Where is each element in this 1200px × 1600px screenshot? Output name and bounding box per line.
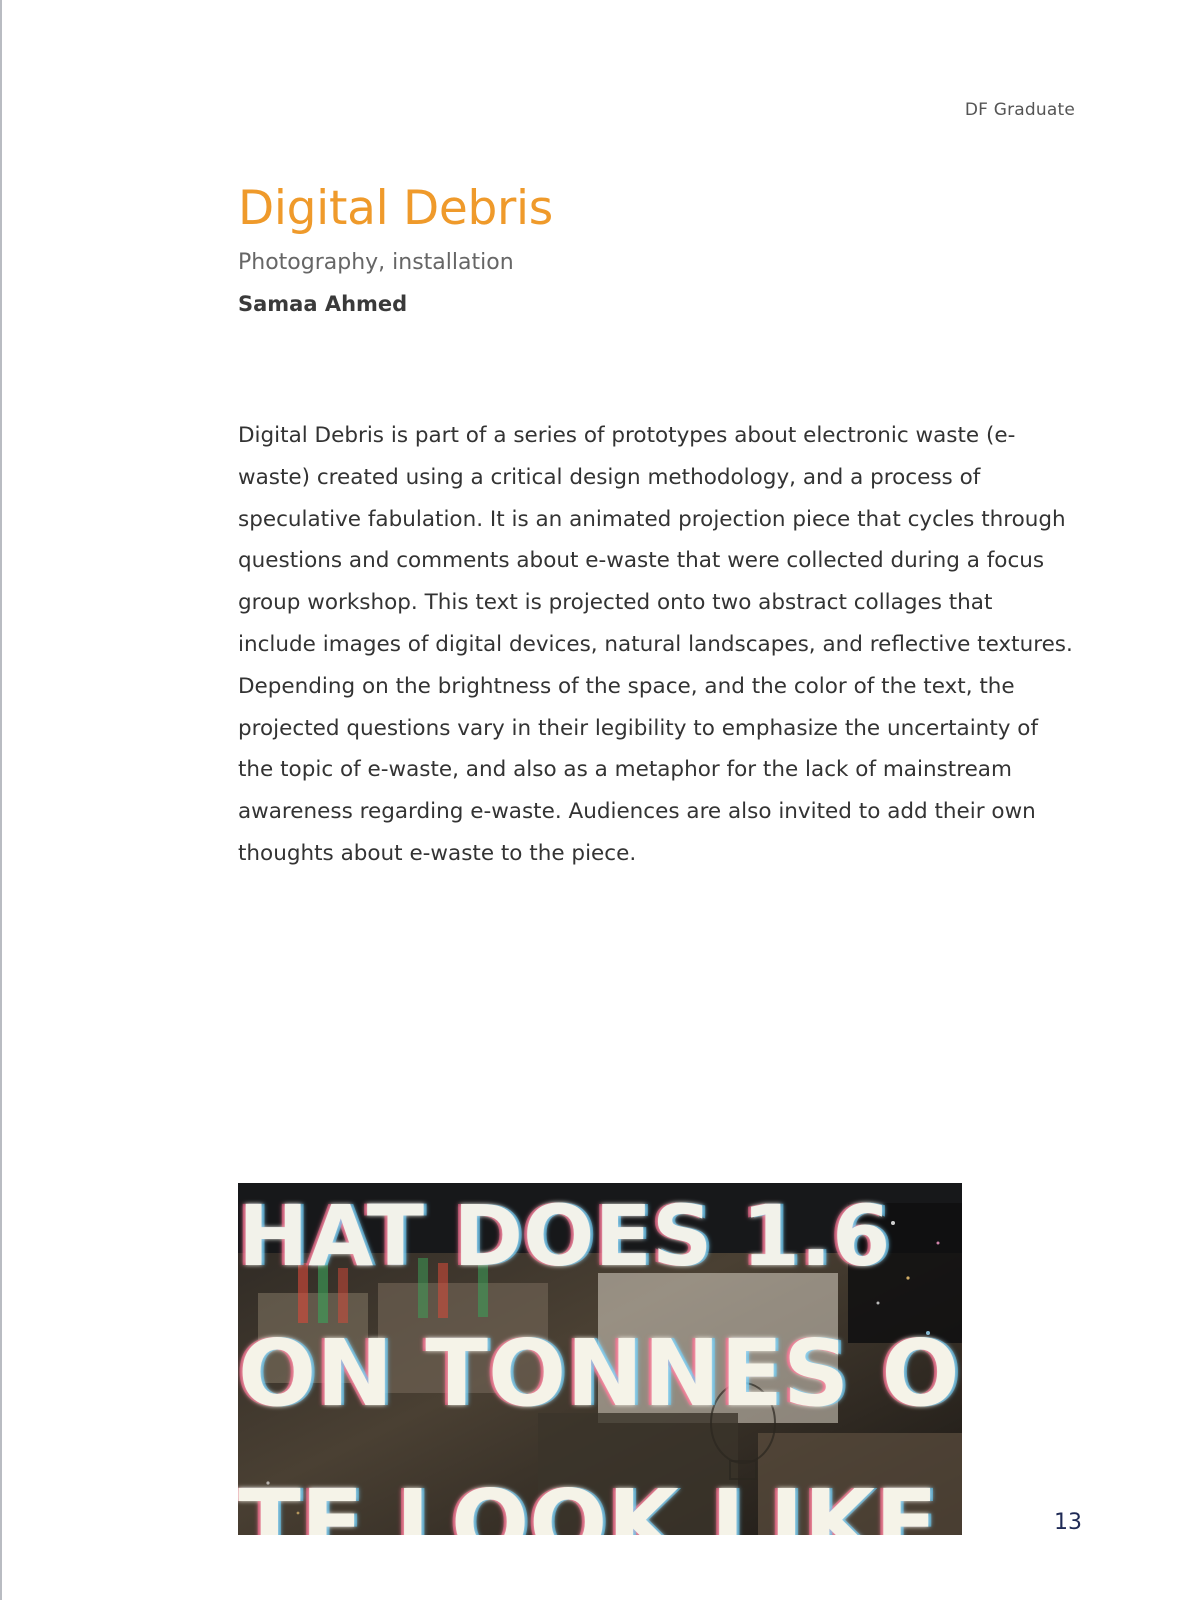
article-subtitle: Photography, installation — [238, 250, 514, 275]
projected-text-line-1: HAT DOES 1.6 — [238, 1187, 890, 1285]
projected-text-line-3: TE LOOK LIKE — [238, 1470, 938, 1535]
article-body: Digital Debris is part of a series of pr… — [238, 423, 1073, 866]
page-edge-line — [0, 0, 2, 1600]
article-title: Digital Debris — [238, 181, 553, 236]
page-number: 13 — [1054, 1510, 1082, 1535]
running-head: DF Graduate — [964, 100, 1075, 120]
installation-photo-graphic: HAT DOES 1.6 HAT DOES 1.6 HAT DOES 1.6 O… — [238, 1183, 962, 1535]
projected-text-line-2: ON TONNES OF — [238, 1320, 962, 1427]
article-author: Samaa Ahmed — [238, 292, 408, 316]
installation-photo: HAT DOES 1.6 HAT DOES 1.6 HAT DOES 1.6 O… — [238, 1183, 962, 1535]
